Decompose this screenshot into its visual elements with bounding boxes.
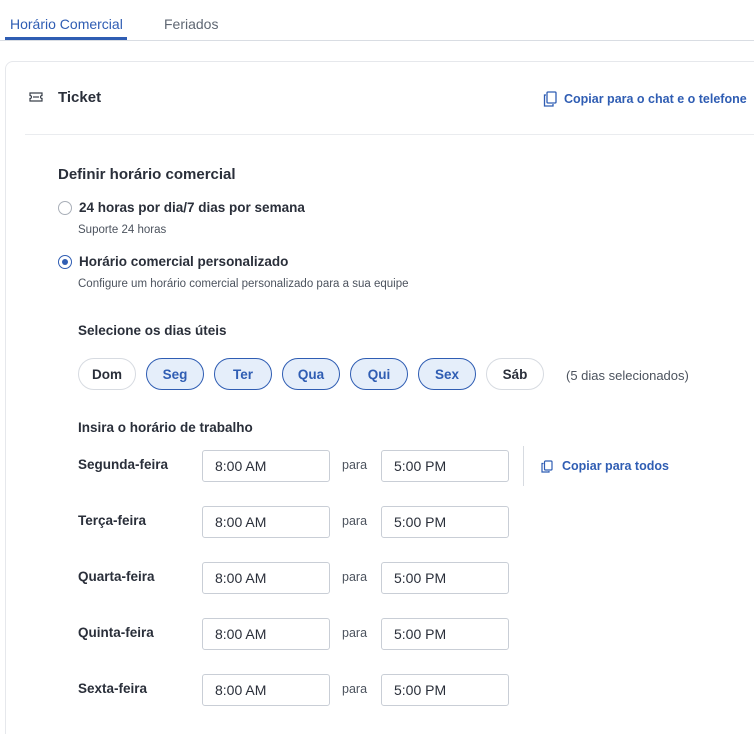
working-hours-title: Insira o horário de trabalho xyxy=(78,420,253,435)
radio-custom-hours-label[interactable]: Horário comercial personalizado xyxy=(79,254,288,269)
day-pill-sab[interactable]: Sáb xyxy=(486,358,544,390)
tab-horario-comercial[interactable]: Horário Comercial xyxy=(10,16,123,32)
start-time-input-terca[interactable]: 8:00 AM xyxy=(202,506,330,538)
copy-to-all-label: Copiar para todos xyxy=(562,459,669,473)
tab-feriados[interactable]: Feriados xyxy=(164,16,218,32)
end-time-input-terca[interactable]: 5:00 PM xyxy=(381,506,509,538)
ticket-icon xyxy=(29,92,43,102)
vertical-divider xyxy=(523,446,524,486)
start-time-input-segunda[interactable]: 8:00 AM xyxy=(202,450,330,482)
row-label-quinta: Quinta-feira xyxy=(78,625,154,640)
radio-24-7-description: Suporte 24 horas xyxy=(78,224,167,236)
separator-para: para xyxy=(342,682,368,696)
active-tab-indicator xyxy=(5,37,127,40)
copy-to-chat-phone-label: Copiar para o chat e o telefone xyxy=(564,92,747,106)
day-pill-ter[interactable]: Ter xyxy=(214,358,272,390)
row-label-quarta: Quarta-feira xyxy=(78,569,155,584)
separator-para: para xyxy=(342,514,368,528)
card-divider xyxy=(25,134,754,135)
workdays-title: Selecione os dias úteis xyxy=(78,323,227,338)
day-pill-dom[interactable]: Dom xyxy=(78,358,136,390)
end-time-input-quarta[interactable]: 5:00 PM xyxy=(381,562,509,594)
business-hours-title: Definir horário comercial xyxy=(58,166,236,183)
copy-to-all-link[interactable]: Copiar para todos xyxy=(541,459,669,473)
start-time-input-quarta[interactable]: 8:00 AM xyxy=(202,562,330,594)
selected-days-count: (5 dias selecionados) xyxy=(566,368,689,383)
start-time-input-sexta[interactable]: 8:00 AM xyxy=(202,674,330,706)
separator-para: para xyxy=(342,626,368,640)
row-label-sexta: Sexta-feira xyxy=(78,681,148,696)
radio-custom-hours[interactable] xyxy=(58,255,72,269)
day-pill-seg[interactable]: Seg xyxy=(146,358,204,390)
radio-custom-hours-description: Configure um horário comercial personali… xyxy=(78,278,409,290)
day-pill-qui[interactable]: Qui xyxy=(350,358,408,390)
ticket-title: Ticket xyxy=(58,89,102,106)
copy-icon xyxy=(541,459,553,473)
copy-to-chat-phone-link[interactable]: Copiar para o chat e o telefone xyxy=(543,91,747,107)
row-label-terca: Terça-feira xyxy=(78,513,147,528)
row-label-segunda: Segunda-feira xyxy=(78,457,169,472)
copy-icon xyxy=(543,91,557,107)
end-time-input-quinta[interactable]: 5:00 PM xyxy=(381,618,509,650)
separator-para: para xyxy=(342,570,368,584)
end-time-input-segunda[interactable]: 5:00 PM xyxy=(381,450,509,482)
radio-24-7-label[interactable]: 24 horas por dia/7 dias por semana xyxy=(79,200,305,215)
start-time-input-quinta[interactable]: 8:00 AM xyxy=(202,618,330,650)
radio-24-7[interactable] xyxy=(58,201,72,215)
tab-bar: Horário Comercial Feriados xyxy=(0,0,754,41)
day-pill-qua[interactable]: Qua xyxy=(282,358,340,390)
day-pill-sex[interactable]: Sex xyxy=(418,358,476,390)
end-time-input-sexta[interactable]: 5:00 PM xyxy=(381,674,509,706)
separator-para: para xyxy=(342,458,368,472)
